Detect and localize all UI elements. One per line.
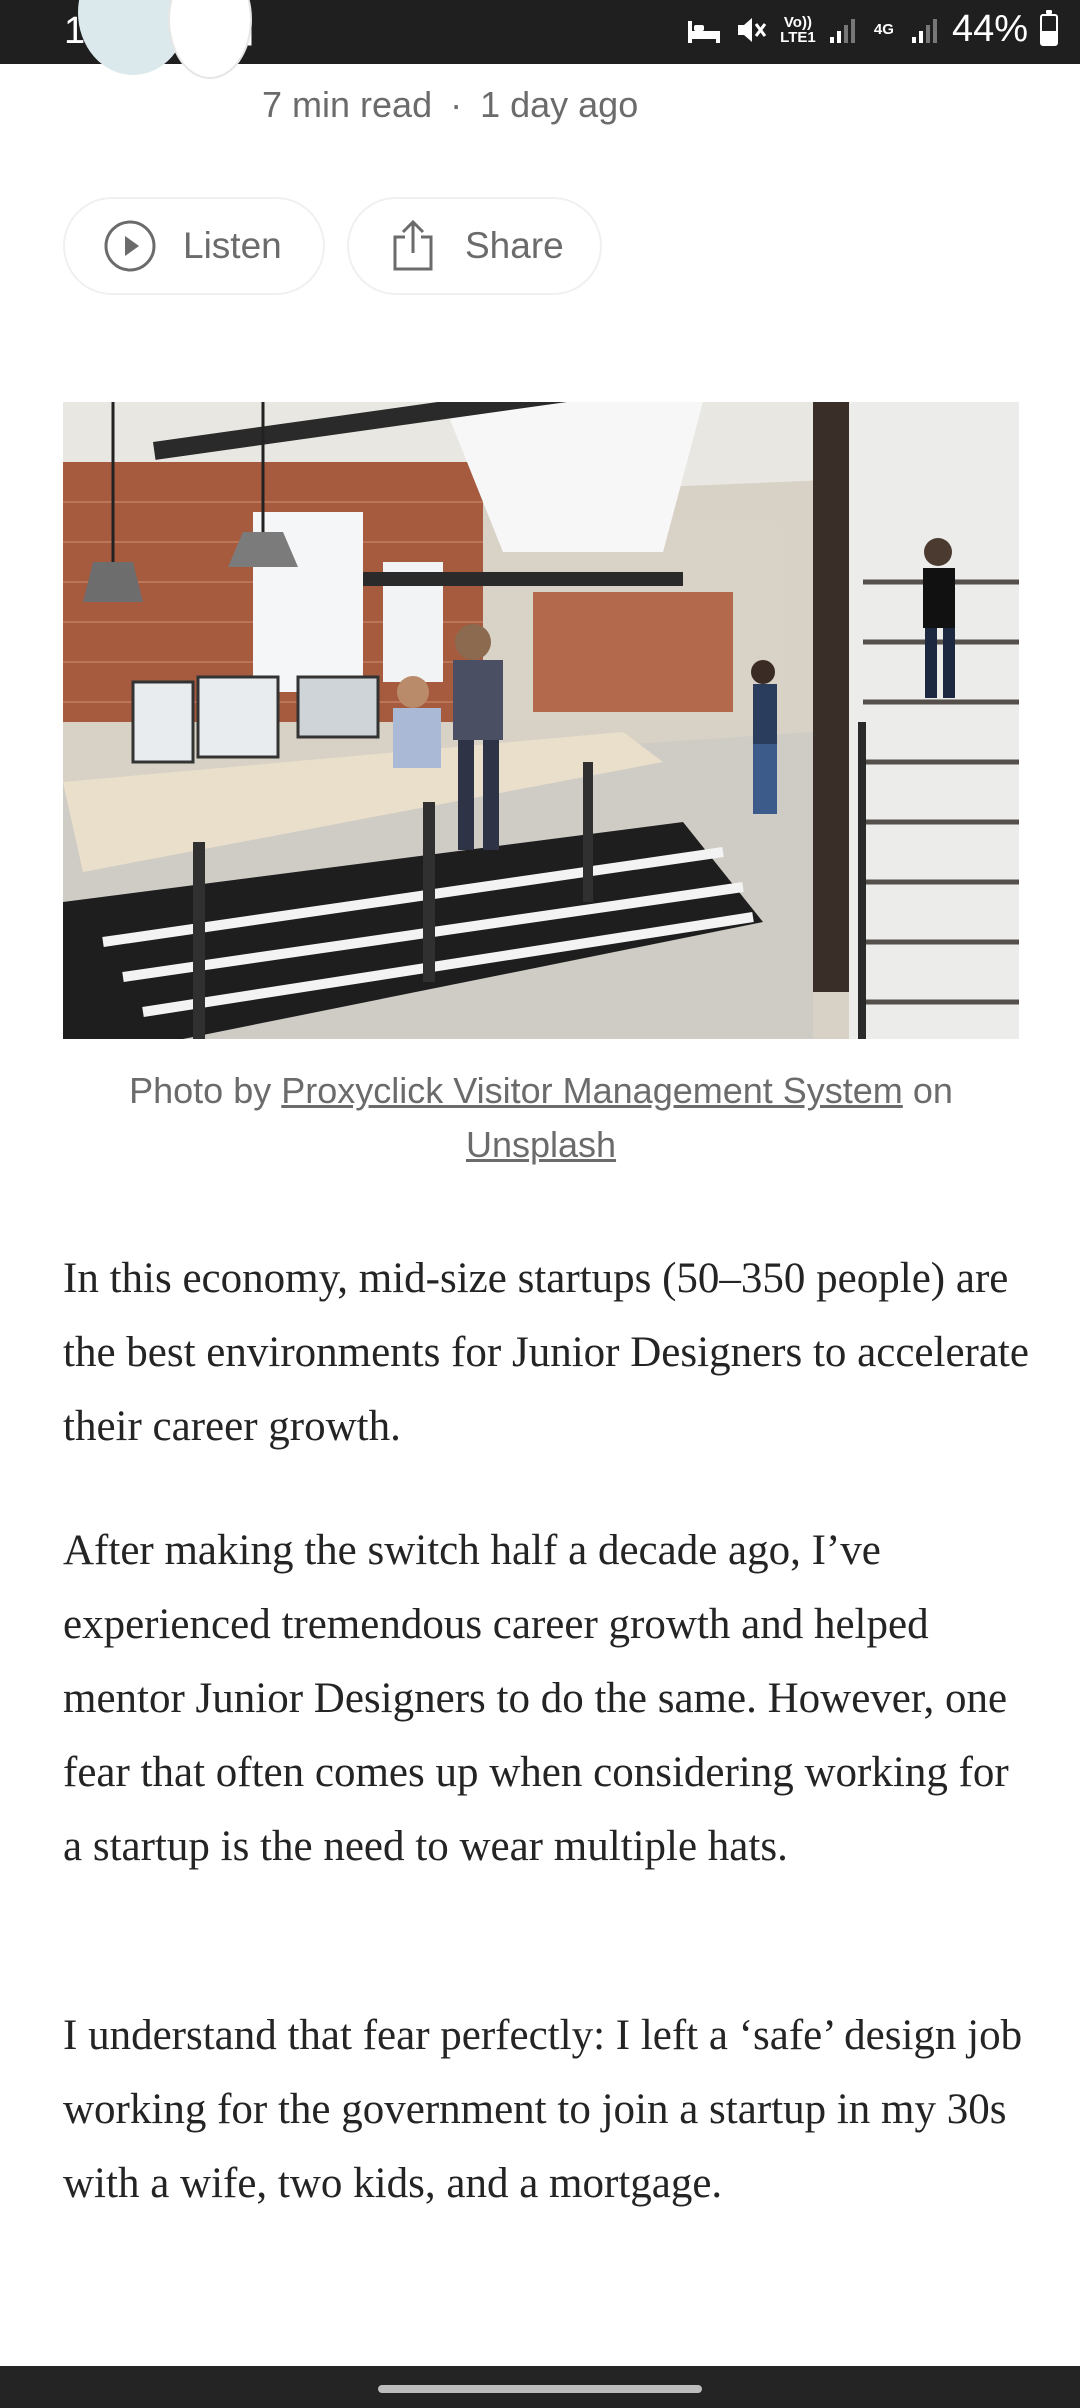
share-label: Share (465, 225, 564, 266)
battery-icon (1040, 9, 1058, 46)
article-paragraph: I understand that fear perfectly: I left… (63, 2012, 1023, 2207)
meta-separator: · (450, 84, 463, 125)
article-hero-image[interactable] (63, 402, 1019, 1039)
play-icon (104, 220, 156, 272)
read-time: 7 min read (262, 84, 433, 125)
signal-icon (829, 18, 855, 43)
mute-icon (737, 17, 767, 42)
signal-icon (911, 18, 937, 43)
share-button[interactable]: Share (347, 197, 602, 295)
share-icon (393, 219, 433, 271)
status-right: Vo)) LTE1 4G 44% (686, 8, 1058, 51)
caption-middle: on (912, 1070, 953, 1111)
listen-button[interactable]: Listen (63, 197, 325, 295)
volte-indicator: Vo)) LTE1 (780, 13, 816, 46)
article-paragraph: In this economy, mid-size startups (50–3… (63, 1255, 1029, 1450)
listen-label: Listen (183, 225, 282, 266)
unsplash-link[interactable]: Unsplash (466, 1124, 616, 1165)
image-caption: Photo by Proxyclick Visitor Management S… (63, 1064, 1019, 1172)
photographer-link[interactable]: Proxyclick Visitor Management System (281, 1070, 903, 1111)
system-nav-bar (0, 2366, 1080, 2408)
office-photo (63, 402, 1019, 1039)
bed-icon (687, 20, 720, 43)
article-meta: 7 min read · 1 day ago (262, 84, 638, 126)
publication-avatar[interactable] (168, 0, 252, 79)
caption-prefix: Photo by (129, 1070, 272, 1111)
article-paragraph: After making the switch half a decade ag… (63, 1527, 1009, 1870)
network-type: 4G (873, 21, 894, 38)
battery-percent: 44% (951, 8, 1028, 50)
home-gesture-handle[interactable] (378, 2385, 702, 2393)
publish-date: 1 day ago (480, 84, 639, 125)
